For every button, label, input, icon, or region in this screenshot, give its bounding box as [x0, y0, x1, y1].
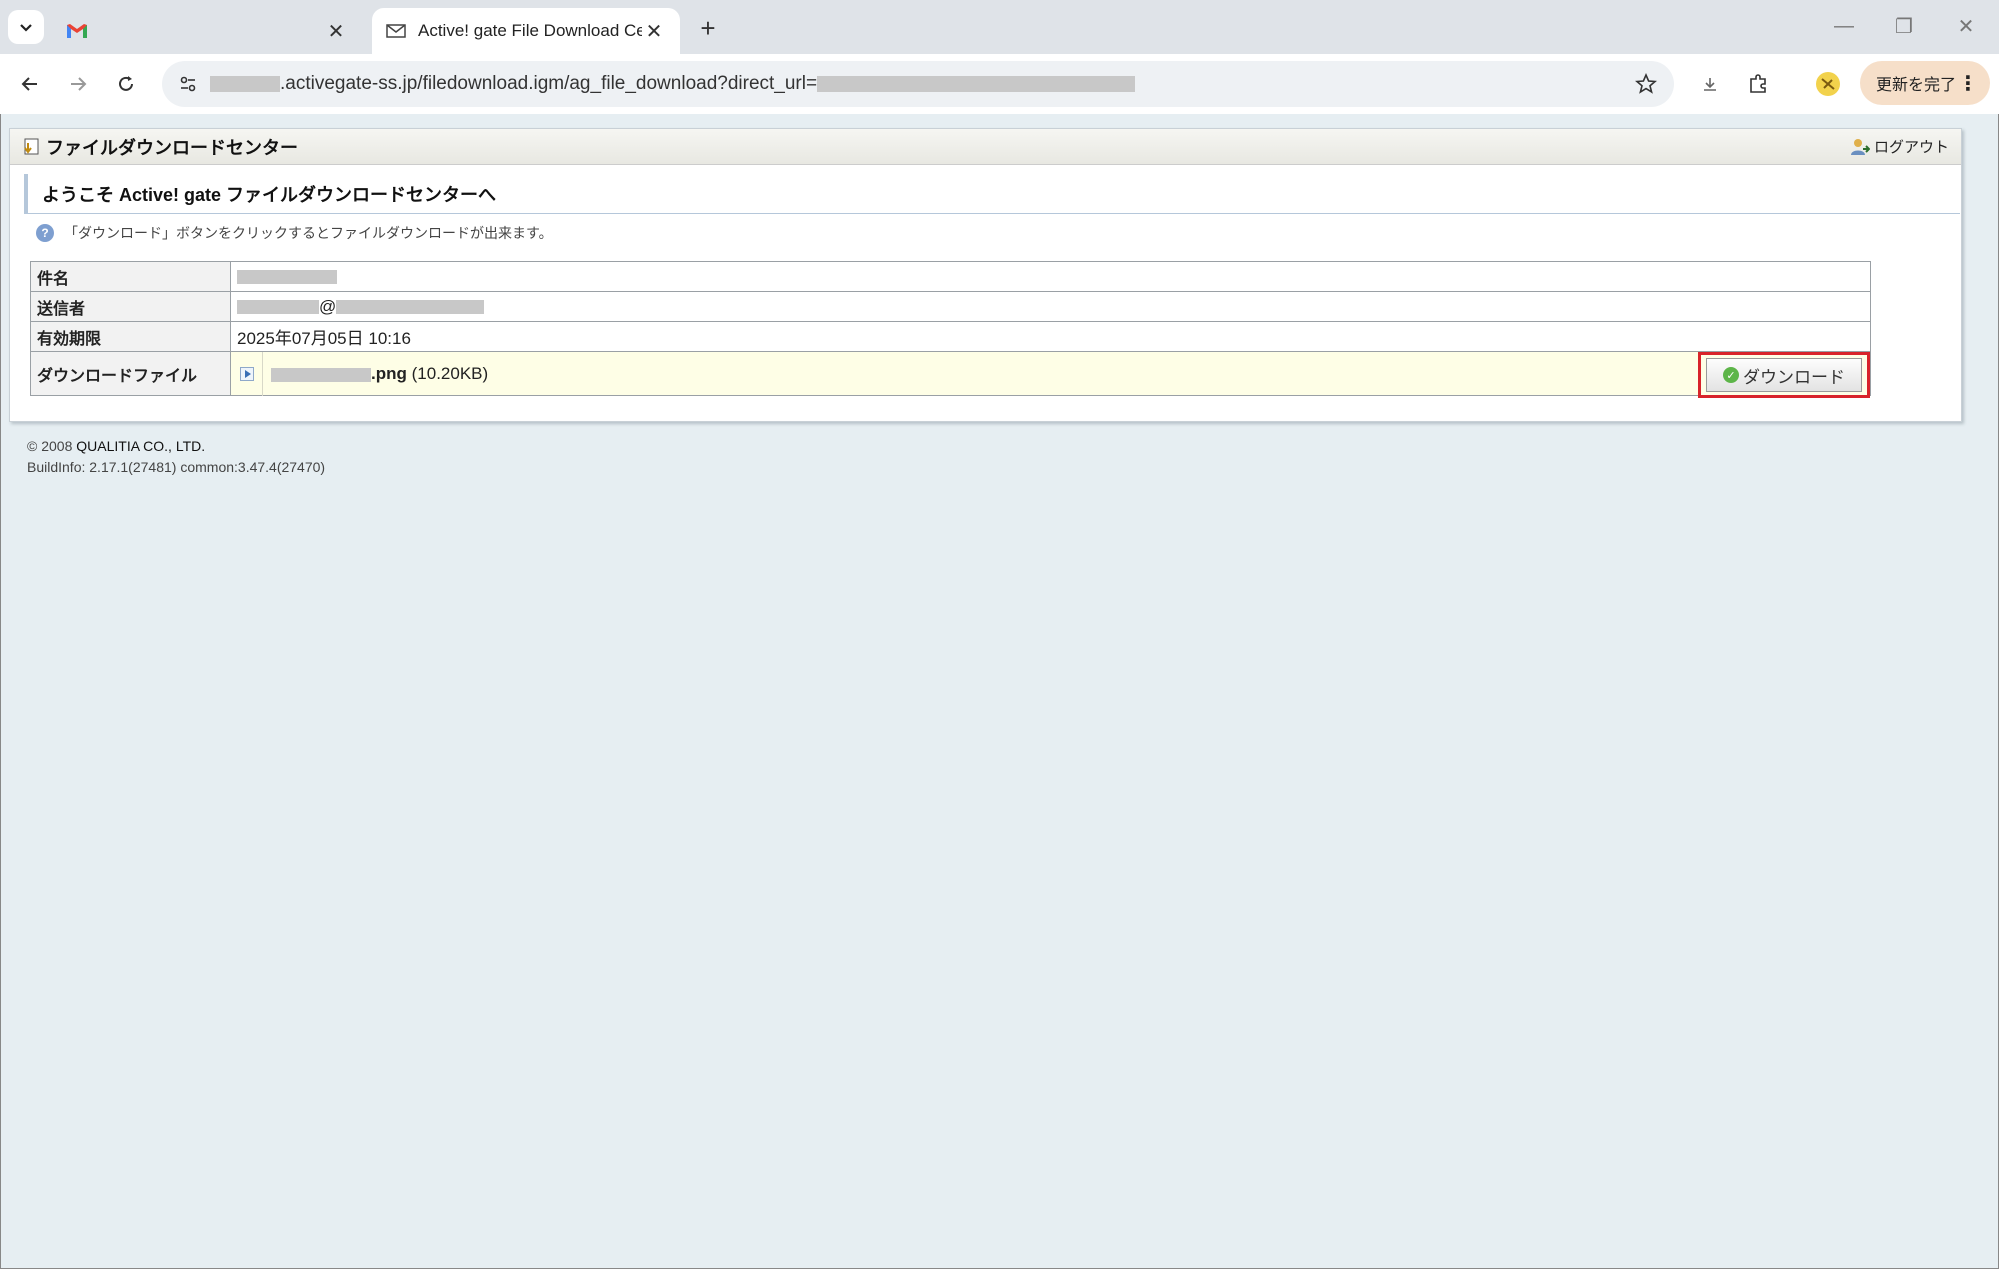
- browser-tab-bar: ✕ Active! gate File Download Cen ✕ + — ❐…: [0, 0, 1999, 54]
- hint-text: 「ダウンロード」ボタンをクリックするとファイルダウンロードが出来ます。: [64, 225, 553, 241]
- minimize-icon[interactable]: —: [1824, 10, 1864, 42]
- tab-gmail[interactable]: ✕: [52, 8, 362, 54]
- download-button-highlight: ✓ ダウンロード: [1698, 352, 1870, 398]
- url-domain: .activegate-ss.jp/filedownload.igm/ag_fi…: [280, 73, 818, 94]
- logout-label: ログアウト: [1873, 139, 1949, 156]
- sender-at: @: [319, 296, 337, 316]
- download-center-panel: ファイルダウンロードセンター ログアウト ようこそ Active! gate フ…: [9, 128, 1962, 422]
- build-info: BuildInfo: 2.17.1(27481) common:3.47.4(2…: [27, 459, 326, 475]
- subject-value: [230, 261, 1871, 292]
- address-bar[interactable]: .activegate-ss.jp/filedownload.igm/ag_fi…: [162, 61, 1674, 107]
- download-icon[interactable]: [1694, 68, 1726, 100]
- browser-toolbar: .activegate-ss.jp/filedownload.igm/ag_fi…: [0, 54, 1999, 114]
- expiry-label: 有効期限: [30, 321, 231, 352]
- download-center-icon: [24, 138, 39, 154]
- new-tab-button[interactable]: +: [692, 12, 724, 44]
- table-row: 件名: [30, 261, 1871, 292]
- reload-icon[interactable]: [110, 68, 142, 100]
- help-icon: ?: [36, 224, 54, 242]
- extensions-icon[interactable]: [1742, 68, 1774, 100]
- profile-avatar-icon[interactable]: [1812, 68, 1844, 100]
- sender-label: 送信者: [30, 291, 231, 322]
- restore-icon[interactable]: ❐: [1884, 10, 1924, 42]
- download-button[interactable]: ✓ ダウンロード: [1706, 358, 1862, 392]
- bookmark-star-icon[interactable]: [1632, 70, 1660, 98]
- welcome-heading: ようこそ Active! gate ファイルダウンロードセンターへ: [24, 174, 1960, 214]
- file-label: ダウンロードファイル: [30, 351, 231, 396]
- expiry-value: 2025年07月05日 10:16: [230, 321, 1871, 352]
- company-name: QUALITIA CO., LTD.: [76, 438, 206, 454]
- file-name: .png (10.20KB): [271, 364, 488, 384]
- file-expand-cell: [231, 352, 263, 396]
- copyright-prefix: © 2008: [27, 438, 73, 454]
- logout-link[interactable]: ログアウト: [1850, 136, 1949, 157]
- mail-icon: [386, 24, 406, 38]
- table-row: 有効期限 2025年07月05日 10:16: [30, 321, 1871, 352]
- hint-message: ? 「ダウンロード」ボタンをクリックするとファイルダウンロードが出来ます。: [36, 223, 553, 243]
- footer: © 2008 QUALITIA CO., LTD. BuildInfo: 2.1…: [27, 436, 325, 478]
- tab-active-gate[interactable]: Active! gate File Download Cen ✕: [372, 8, 680, 54]
- file-info-table: 件名 送信者 @ 有効期限 2025年07月05日 10:16 ダウンロードファ…: [30, 261, 1871, 398]
- file-play-icon[interactable]: [239, 367, 254, 381]
- back-icon[interactable]: [14, 68, 46, 100]
- window-close-icon[interactable]: ✕: [1946, 10, 1986, 42]
- check-icon: ✓: [1723, 367, 1739, 383]
- table-row: 送信者 @: [30, 291, 1871, 322]
- copyright: © 2008 QUALITIA CO., LTD.: [27, 436, 325, 457]
- page-title: ファイルダウンロードセンター: [46, 137, 298, 158]
- panel-header: ファイルダウンロードセンター ログアウト: [10, 129, 1961, 165]
- sender-value: @: [230, 291, 1871, 322]
- tab-close-icon[interactable]: ✕: [642, 19, 666, 43]
- table-row-file: ダウンロードファイル .png (10.20KB) ✓ ダウンロード: [30, 351, 1871, 398]
- tab-search-button[interactable]: [8, 10, 44, 44]
- tab-title: Active! gate File Download Cen: [418, 21, 642, 40]
- file-cell: .png (10.20KB) ✓ ダウンロード: [230, 351, 1871, 398]
- gmail-icon: [67, 24, 87, 38]
- file-size: (10.20KB): [411, 364, 489, 383]
- page-viewport: ファイルダウンロードセンター ログアウト ようこそ Active! gate フ…: [0, 114, 1999, 1269]
- update-button[interactable]: 更新を完了 ⋮: [1860, 61, 1990, 105]
- url-text: .activegate-ss.jp/filedownload.igm/ag_fi…: [210, 73, 1136, 95]
- chevron-down-icon: [20, 24, 32, 32]
- logout-icon: [1850, 138, 1870, 155]
- tab-close-icon[interactable]: ✕: [324, 19, 348, 43]
- forward-icon[interactable]: [62, 68, 94, 100]
- menu-kebab-icon[interactable]: ⋮: [1958, 71, 1978, 96]
- download-label: ダウンロード: [1743, 367, 1845, 387]
- update-label: 更新を完了: [1876, 77, 1957, 94]
- subject-label: 件名: [30, 261, 231, 292]
- file-ext: .png: [371, 364, 407, 383]
- site-info-icon[interactable]: [172, 68, 204, 100]
